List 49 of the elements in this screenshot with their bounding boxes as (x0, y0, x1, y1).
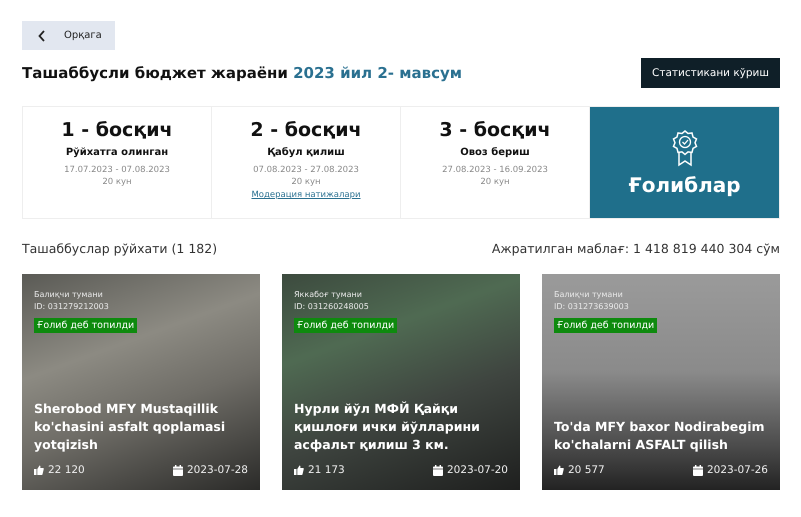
initiative-card[interactable]: Балиқчи тумани ID: 031273639003 Ғолиб деб топилди To'da MFY baxor Nodirabegim ko'chalarni ASFALT qilish 20 577 2023-07-26 (542, 274, 780, 490)
stage-number: 1 - босқич (61, 119, 173, 141)
stage-duration: 20 кун (291, 176, 321, 188)
stage-number: 3 - босқич (439, 119, 551, 141)
initiative-date: 2023-07-20 (446, 464, 508, 476)
winners-tile[interactable]: Ғолиблар (590, 107, 779, 218)
winner-badge: Ғолиб деб топилди (554, 318, 658, 333)
initiative-id: ID: 031273639003 (554, 301, 630, 313)
stage-dates: 27.08.2023 - 16.09.2023 (442, 164, 548, 176)
stage-name: Рўйхатга олинган (66, 147, 168, 158)
vote-count: 22 120 (48, 464, 85, 476)
district-label: Балиқчи тумани (34, 289, 104, 301)
calendar-icon (172, 464, 183, 476)
moderation-link[interactable]: Модерация натижалари (251, 190, 361, 200)
initiative-id: ID: 031279212003 (34, 301, 110, 313)
statistics-button[interactable]: Статистикани кўриш (641, 58, 780, 88)
stage-dates: 07.08.2023 - 27.08.2023 (253, 164, 359, 176)
back-button[interactable]: Орқага (22, 21, 115, 50)
chevron-left-icon (38, 30, 46, 42)
vote-count: 21 173 (308, 464, 345, 476)
initiative-date: 2023-07-28 (186, 464, 248, 476)
initiative-title: Нурли йўл МФЙ Қайқи қишлоғи ички йўлларини асфальт қилиш 3 км. (294, 400, 481, 454)
stage-name: Овоз бериш (460, 147, 530, 158)
stage-name: Қабул қилиш (267, 147, 345, 158)
winner-badge: Ғолиб деб топилди (34, 318, 138, 333)
page-title: Ташаббусли бюджет жараёни (22, 64, 288, 82)
vote-count: 20 577 (568, 464, 605, 476)
winner-badge: Ғолиб деб топилди (294, 318, 398, 333)
calendar-icon (692, 464, 703, 476)
stage-dates: 17.07.2023 - 07.08.2023 (64, 164, 170, 176)
initiative-id: ID: 031260248005 (294, 301, 370, 313)
stage-duration: 20 кун (480, 176, 510, 188)
initiative-title: Sherobod MFY Mustaqillik ko'chasini asfalt qoplamasi yotqizish (34, 400, 226, 454)
district-label: Яккабоғ тумани (294, 289, 363, 301)
initiative-title: To'da MFY baxor Nodirabegim ko'chalarni ASFALT qilish (554, 418, 766, 454)
district-label: Балиқчи тумани (554, 289, 624, 301)
initiative-card[interactable]: Балиқчи тумани ID: 031279212003 Ғолиб деб топилди Sherobod MFY Mustaqillik ko'chasini asfalt qoplamasi yotqizish 22 120 2023-07-28 (22, 274, 260, 490)
thumbs-up-icon (554, 465, 564, 475)
stage-duration: 20 кун (102, 176, 132, 188)
stage-number: 2 - босқич (250, 119, 362, 141)
allocated-budget: Ажратилган маблағ: 1 418 819 440 304 сўм (492, 241, 780, 256)
season-label: 2023 йил 2- мавсум (293, 64, 462, 82)
calendar-icon (432, 464, 443, 476)
thumbs-up-icon (34, 465, 44, 475)
thumbs-up-icon (294, 465, 304, 475)
initiatives-count: Ташаббуслар рўйхати (1 182) (22, 241, 218, 256)
award-badge-icon (670, 128, 698, 166)
initiative-date: 2023-07-26 (706, 464, 768, 476)
initiative-card[interactable]: Яккабоғ тумани ID: 031260248005 Ғолиб деб топилди Нурли йўл МФЙ Қайқи қишлоғи ички йўлларини асфальт қилиш 3 км. 21 173 2023-07-20 (282, 274, 520, 490)
